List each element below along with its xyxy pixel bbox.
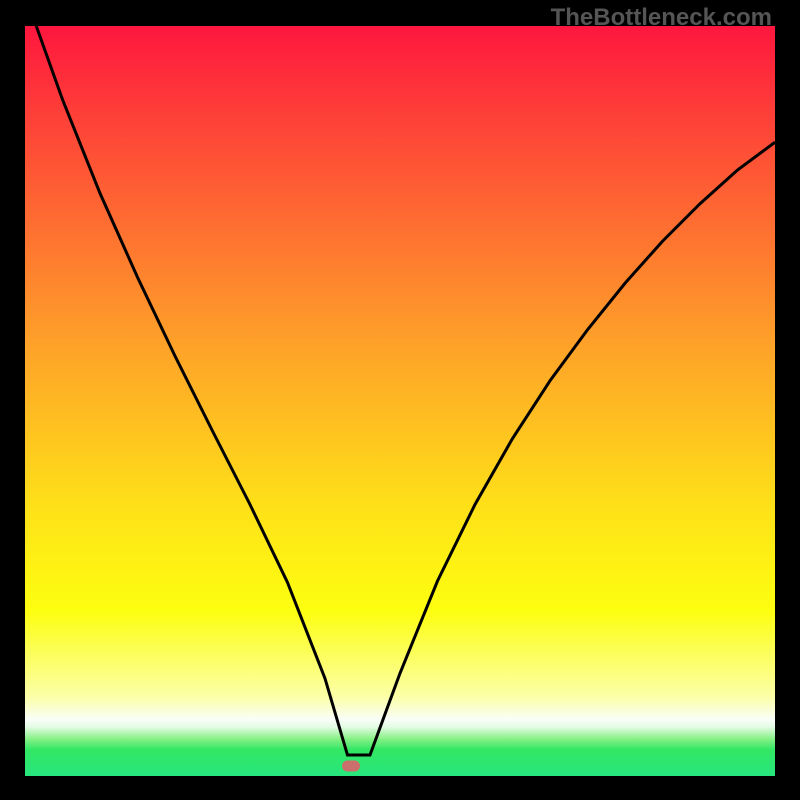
- optimum-marker: [342, 760, 360, 771]
- plot-area: [25, 26, 775, 776]
- bottleneck-curve: [36, 26, 775, 755]
- curve-svg: [25, 26, 775, 776]
- watermark-text: TheBottleneck.com: [551, 4, 772, 32]
- chart-container: TheBottleneck.com: [0, 0, 800, 800]
